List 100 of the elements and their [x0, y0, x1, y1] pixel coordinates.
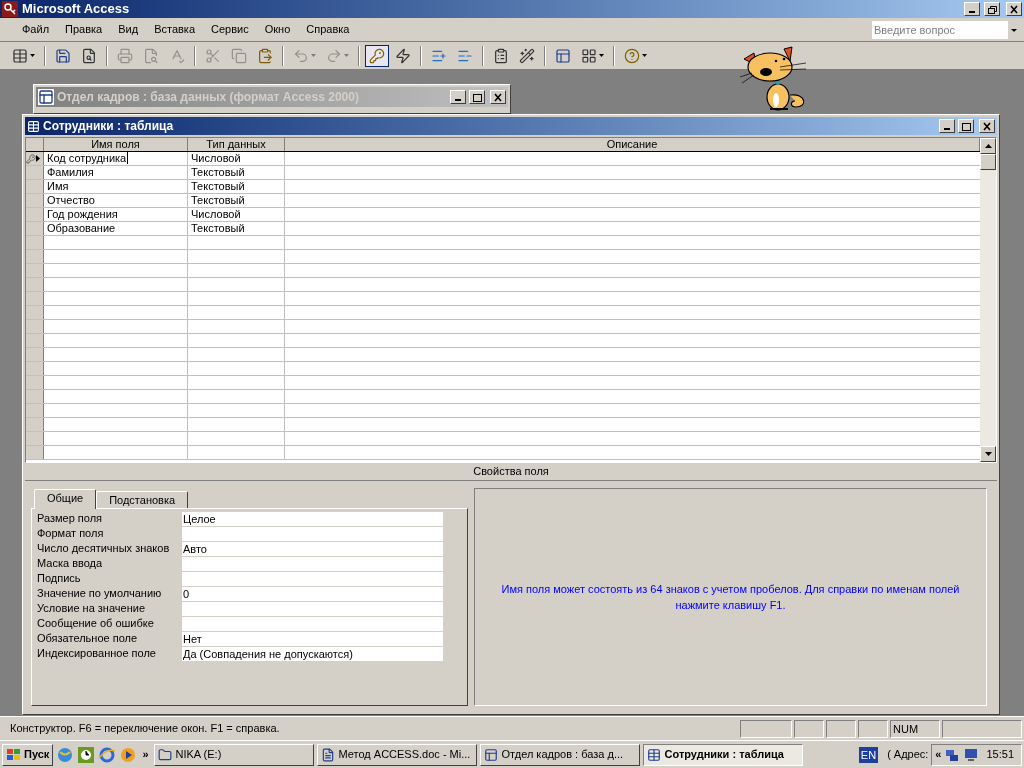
menu-item[interactable]: Вид	[110, 20, 147, 39]
properties-icon	[493, 47, 509, 64]
language-indicator[interactable]: EN	[858, 746, 879, 763]
toolbar-handle[interactable]: (	[887, 746, 891, 763]
input-field[interactable]: Да (Совпадения не допускаются)	[182, 646, 443, 661]
menu-item[interactable]: Вставка	[146, 20, 203, 39]
input-field[interactable]	[182, 571, 443, 586]
minimize-button[interactable]	[964, 2, 980, 16]
close-button[interactable]	[979, 119, 995, 133]
table-cell[interactable]: Имя	[44, 180, 188, 193]
input-field[interactable]	[182, 556, 443, 571]
menu-item[interactable]: Окно	[256, 20, 299, 39]
folder-icon	[157, 747, 172, 762]
key-app-icon	[2, 1, 18, 17]
status-message: Конструктор. F6 = переключение окон. F1 = справка.	[9, 721, 281, 737]
taskbar-button[interactable]: Сотрудники : таблица	[642, 743, 803, 766]
paste-icon	[257, 47, 273, 64]
close-icon	[1009, 4, 1019, 14]
field-name: Год рождения	[47, 208, 118, 221]
printer-icon	[117, 47, 133, 64]
current-row-arrow-icon	[36, 155, 40, 162]
input-field[interactable]: Целое	[182, 511, 443, 526]
caret-icon	[599, 54, 604, 57]
status-indicator: NUM	[890, 719, 940, 738]
minimize-button[interactable]	[939, 119, 955, 133]
table-cell[interactable]: Код сотрудника	[44, 152, 188, 165]
input-field[interactable]	[182, 616, 443, 631]
minimize-button[interactable]	[450, 90, 466, 104]
scrollbar[interactable]	[980, 138, 996, 462]
help-search-field[interactable]: Введите вопрос	[872, 20, 1008, 39]
help-icon	[624, 47, 640, 64]
scroll-up-button[interactable]	[980, 138, 996, 154]
table-cell[interactable]: Числовой	[188, 208, 285, 221]
property-label: Значение по умолчанию	[37, 586, 163, 602]
input-field[interactable]: 0	[182, 586, 443, 601]
menu-item[interactable]: Сервис	[203, 20, 257, 39]
status-panel	[826, 719, 856, 738]
property-label: Условие на значение	[37, 601, 146, 617]
table-cell[interactable]: Отчество	[44, 194, 188, 207]
globe-icon[interactable]	[56, 745, 75, 764]
taskbar-button[interactable]: Отдел кадров : база д...	[479, 743, 640, 766]
close-button[interactable]	[490, 90, 506, 104]
tab[interactable]: Общие	[34, 489, 97, 509]
menu-item[interactable]: Файл	[14, 20, 58, 39]
field-name: Код сотрудника	[47, 152, 127, 165]
table-cell[interactable]: Образование	[44, 222, 188, 235]
expand-tray-button[interactable]: «	[935, 746, 942, 763]
taskbar-button[interactable]: Метод ACCESS.doc - Mi...	[316, 743, 477, 766]
maximize-button[interactable]	[469, 90, 485, 104]
menu-item[interactable]: Правка	[57, 20, 111, 39]
section-title: Свойства поля	[473, 464, 549, 480]
redo-icon	[326, 47, 342, 64]
table-icon	[27, 119, 40, 133]
restore-button[interactable]	[984, 2, 1000, 16]
caret-icon	[30, 54, 35, 57]
wand-icon	[519, 47, 535, 64]
close-icon	[982, 121, 992, 131]
start-button[interactable]: Пуск	[2, 743, 54, 766]
table-cell[interactable]: Год рождения	[44, 208, 188, 221]
input-field[interactable]	[182, 601, 443, 616]
table-cell[interactable]: Текстовый	[188, 180, 285, 193]
computer-icon[interactable]	[963, 746, 980, 763]
spellcheck-icon	[169, 47, 185, 64]
tab[interactable]: Подстановка	[96, 491, 189, 508]
key-icon	[26, 153, 36, 164]
input-field[interactable]: Авто	[182, 541, 443, 556]
input-field[interactable]: Нет	[182, 631, 443, 646]
minimize-icon	[455, 99, 461, 101]
table-cell[interactable]: Текстовый	[188, 166, 285, 179]
help-text: Имя поля может состоять из 64 знаков с учетом пробелов. Для справки по именам полей нажмите клавишу F1.	[500, 581, 961, 613]
clock-app-icon[interactable]	[77, 745, 96, 764]
maximize-icon	[472, 92, 482, 102]
row-selector[interactable]	[26, 152, 44, 165]
property-label: Подпись	[37, 571, 82, 587]
table-cell[interactable]: Фамилия	[44, 166, 188, 179]
caret-icon	[311, 54, 316, 57]
document-search-icon	[81, 47, 97, 64]
scrollbar-thumb[interactable]	[980, 154, 996, 170]
document-icon	[320, 747, 335, 762]
browser-icon[interactable]	[98, 745, 117, 764]
more-button[interactable]: »	[140, 746, 151, 763]
table-cell[interactable]: Текстовый	[188, 194, 285, 207]
field-name: Отчество	[47, 194, 95, 207]
menu-item[interactable]: Справка	[298, 20, 358, 39]
column-header[interactable]: Имя поля	[44, 138, 188, 151]
input-field[interactable]	[182, 526, 443, 541]
table-cell[interactable]: Текстовый	[188, 222, 285, 235]
toolbar-button[interactable]	[365, 44, 389, 67]
media-player-icon[interactable]	[119, 745, 138, 764]
maximize-button[interactable]	[958, 119, 974, 133]
scroll-down-button[interactable]	[980, 446, 996, 462]
column-header[interactable]: Тип данных	[188, 138, 285, 151]
close-button[interactable]	[1006, 2, 1022, 16]
undo-icon	[293, 47, 309, 64]
property-label: Обязательное поле	[37, 631, 139, 647]
database-window-icon	[483, 747, 498, 762]
table-icon	[646, 747, 661, 762]
table-cell[interactable]: Числовой	[188, 152, 285, 165]
database-window-icon	[555, 47, 571, 64]
taskbar-button[interactable]: NIKA (E:)	[153, 743, 314, 766]
